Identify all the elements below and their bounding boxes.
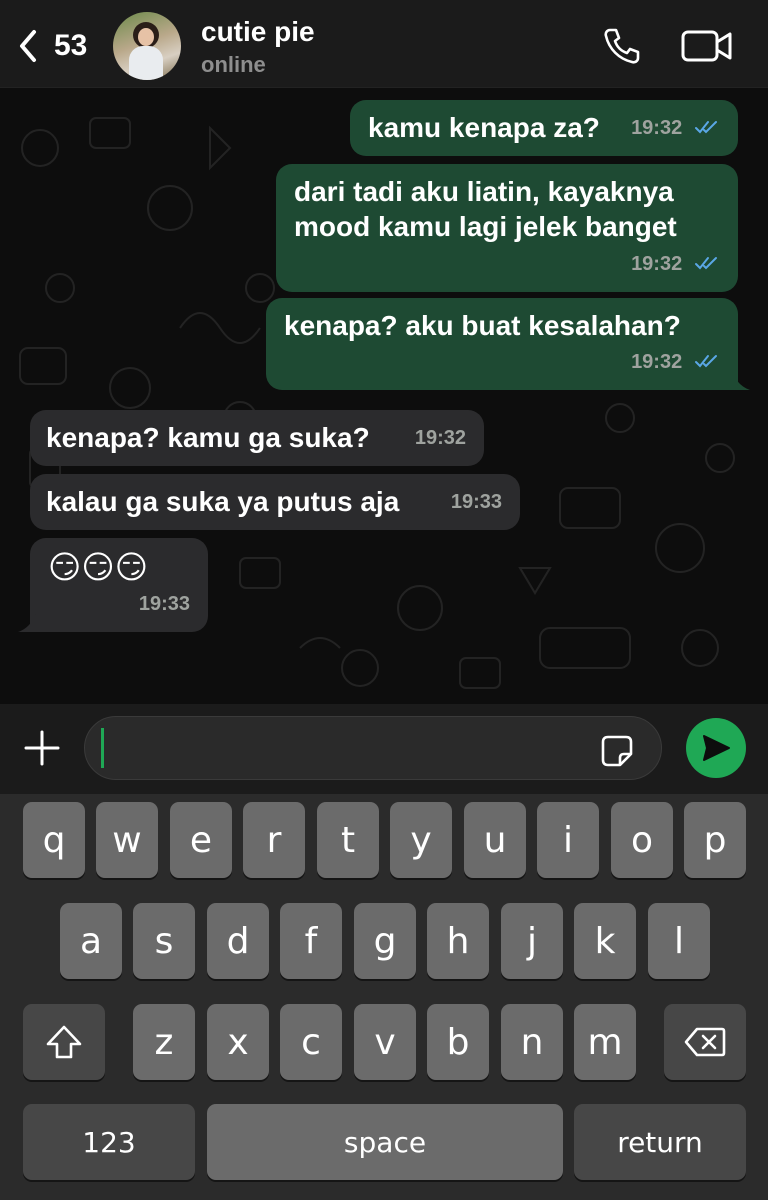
sticker-icon[interactable] [600,734,634,768]
message-text-line: mood kamu lagi jelek banget [294,211,677,242]
message-bubble-incoming[interactable]: kenapa? kamu ga suka? 19:32 [30,410,484,466]
video-camera-icon[interactable] [680,26,734,66]
backspace-icon [684,1027,726,1057]
key-e[interactable]: e [170,802,232,878]
key-s[interactable]: s [133,903,195,979]
text-caret [101,728,104,768]
chat-header: 53 cutie pie online [0,0,768,88]
emoji-message: 😏😏😏 [48,548,149,586]
key-h[interactable]: h [427,903,489,979]
onscreen-keyboard: q w e r t y u i o p a s d f g h j k l z … [0,794,768,1200]
avatar[interactable] [113,12,181,80]
key-f[interactable]: f [280,903,342,979]
contact-name[interactable]: cutie pie [201,16,315,48]
delete-key[interactable] [664,1004,746,1080]
key-n[interactable]: n [501,1004,563,1080]
message-text: kalau ga suka ya putus aja [46,486,400,517]
message-bubble-incoming[interactable]: kalau ga suka ya putus aja 19:33 [30,474,520,530]
key-m[interactable]: m [574,1004,636,1080]
numbers-key[interactable]: 123 [23,1104,195,1180]
shift-key[interactable] [23,1004,105,1080]
read-receipt-icon [695,120,717,134]
phone-icon[interactable] [600,24,644,68]
message-bubble-outgoing[interactable]: kamu kenapa za? 19:32 [350,100,738,156]
unread-count: 53 [54,29,88,62]
key-w[interactable]: w [96,802,158,878]
key-a[interactable]: a [60,903,122,979]
send-button[interactable] [686,718,746,778]
key-o[interactable]: o [611,802,673,878]
bubble-tail [18,614,36,632]
key-b[interactable]: b [427,1004,489,1080]
message-time: 19:32 [414,427,466,449]
message-input[interactable] [84,716,662,780]
message-list[interactable]: kamu kenapa za? 19:32 dari tadi aku liat… [0,88,768,704]
key-q[interactable]: q [23,802,85,878]
key-r[interactable]: r [243,802,305,878]
key-p[interactable]: p [684,802,746,878]
message-text-line: dari tadi aku liatin, kayaknya [294,176,674,207]
key-x[interactable]: x [207,1004,269,1080]
key-t[interactable]: t [317,802,379,878]
bubble-tail [732,372,750,390]
message-bubble-outgoing[interactable]: kenapa? aku buat kesalahan? 19:32 [266,298,738,390]
key-d[interactable]: d [207,903,269,979]
back-button[interactable]: 53 [14,22,110,70]
key-y[interactable]: y [390,802,452,878]
shift-icon [46,1025,82,1059]
message-bubble-incoming[interactable]: 😏😏😏 19:33 [30,538,208,632]
key-i[interactable]: i [537,802,599,878]
space-key[interactable]: space [207,1104,563,1180]
key-z[interactable]: z [133,1004,195,1080]
message-bubble-outgoing[interactable]: dari tadi aku liatin, kayaknya mood kamu… [276,164,738,292]
key-j[interactable]: j [501,903,563,979]
message-time: 19:33 [138,593,190,615]
send-icon [703,735,730,761]
key-v[interactable]: v [354,1004,416,1080]
key-l[interactable]: l [648,903,710,979]
message-time: 19:33 [450,491,502,513]
contact-status: online [201,52,266,77]
read-receipt-icon [695,354,717,368]
key-g[interactable]: g [354,903,416,979]
key-c[interactable]: c [280,1004,342,1080]
message-time: 19:32 [631,117,683,139]
chevron-left-icon [20,30,36,62]
message-text: kenapa? kamu ga suka? [46,422,370,453]
return-key[interactable]: return [574,1104,746,1180]
key-k[interactable]: k [574,903,636,979]
message-text: kenapa? aku buat kesalahan? [284,310,681,341]
plus-icon[interactable] [22,728,62,768]
message-time: 19:32 [631,351,683,373]
key-u[interactable]: u [464,802,526,878]
message-time: 19:32 [631,253,683,275]
read-receipt-icon [695,256,717,270]
message-text: kamu kenapa za? [368,112,600,143]
